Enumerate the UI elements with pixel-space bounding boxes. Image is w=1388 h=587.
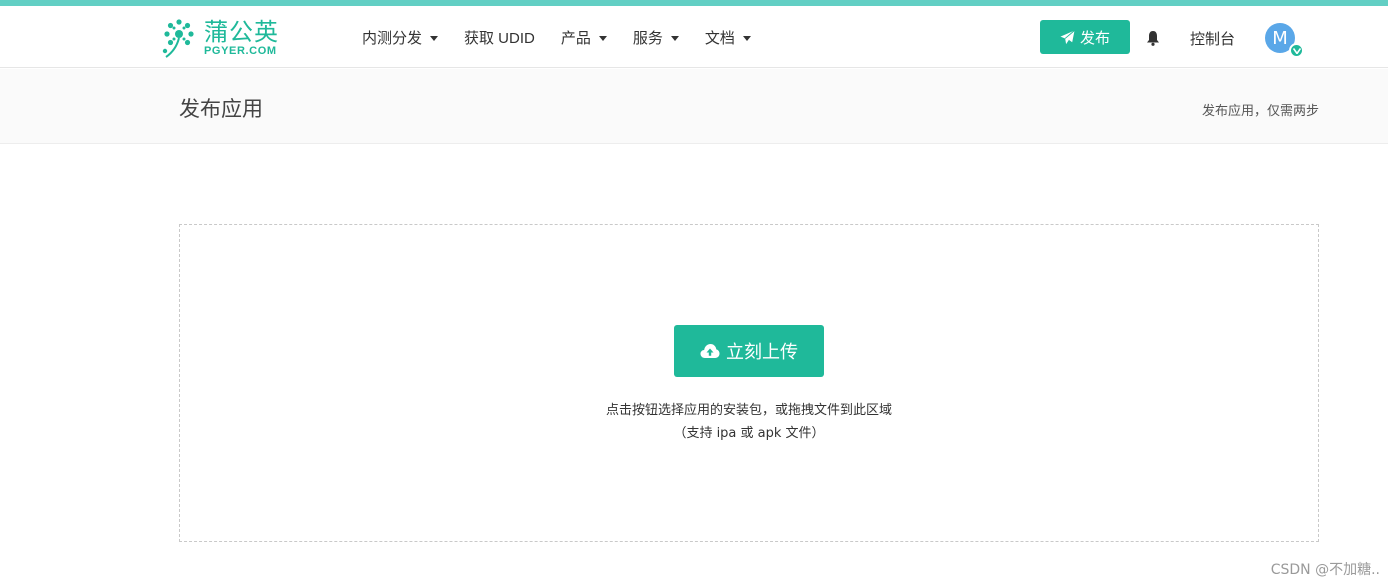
brand-name-cn: 蒲公英 — [204, 17, 279, 46]
page-title: 发布应用 — [179, 97, 263, 121]
nav-item-docs[interactable]: 文档 — [705, 27, 751, 48]
bell-icon[interactable] — [1146, 30, 1160, 46]
publish-button-label: 发布 — [1079, 29, 1110, 47]
upload-button-label: 立刻上传 — [726, 342, 798, 363]
nav-item-label: 文档 — [704, 29, 735, 47]
watermark: CSDN @不加糖.. — [1270, 562, 1380, 578]
brand-name-en: PGYER.COM — [204, 44, 277, 57]
upload-dropzone[interactable]: 立刻上传 点击按钮选择应用的安装包，或拖拽文件到此区域 （支持 ipa 或 ap… — [179, 224, 1319, 542]
caret-down-icon — [742, 35, 751, 41]
nav-item-beta-distribution[interactable]: 内测分发 — [362, 27, 439, 48]
main-nav: 内测分发 获取 UDID 产品 服务 文档 — [362, 6, 777, 68]
upload-file-types-hint: （支持 ipa 或 apk 文件） — [673, 426, 825, 441]
nav-item-label: 内测分发 — [362, 29, 423, 47]
caret-down-icon — [670, 35, 679, 41]
nav-item-get-udid[interactable]: 获取 UDID — [464, 27, 535, 48]
vip-badge-icon — [1289, 43, 1304, 58]
dandelion-logo-icon — [162, 19, 194, 58]
upload-hint: 点击按钮选择应用的安装包，或拖拽文件到此区域 — [605, 403, 892, 418]
publish-button[interactable]: 发布 — [1040, 20, 1130, 54]
console-link[interactable]: 控制台 — [1190, 28, 1235, 49]
caret-down-icon — [430, 35, 439, 41]
nav-item-label: 获取 UDID — [464, 29, 535, 47]
upload-now-button[interactable]: 立刻上传 — [674, 325, 824, 377]
caret-down-icon — [598, 35, 607, 41]
header: 蒲公英 PGYER.COM 内测分发 获取 UDID 产品 服务 文档 发布 控… — [0, 6, 1388, 68]
cloud-upload-icon — [700, 344, 720, 358]
paper-plane-icon — [1060, 29, 1075, 44]
nav-item-products[interactable]: 产品 — [561, 27, 607, 48]
page-subtitle: 发布应用，仅需两步 — [1201, 104, 1319, 119]
nav-item-services[interactable]: 服务 — [633, 27, 679, 48]
avatar-letter: M — [1272, 27, 1288, 49]
nav-item-label: 服务 — [632, 29, 663, 47]
nav-item-label: 产品 — [560, 29, 591, 47]
brand-logo[interactable]: 蒲公英 PGYER.COM — [162, 15, 292, 61]
page-title-bar: 发布应用 发布应用，仅需两步 — [0, 69, 1388, 144]
